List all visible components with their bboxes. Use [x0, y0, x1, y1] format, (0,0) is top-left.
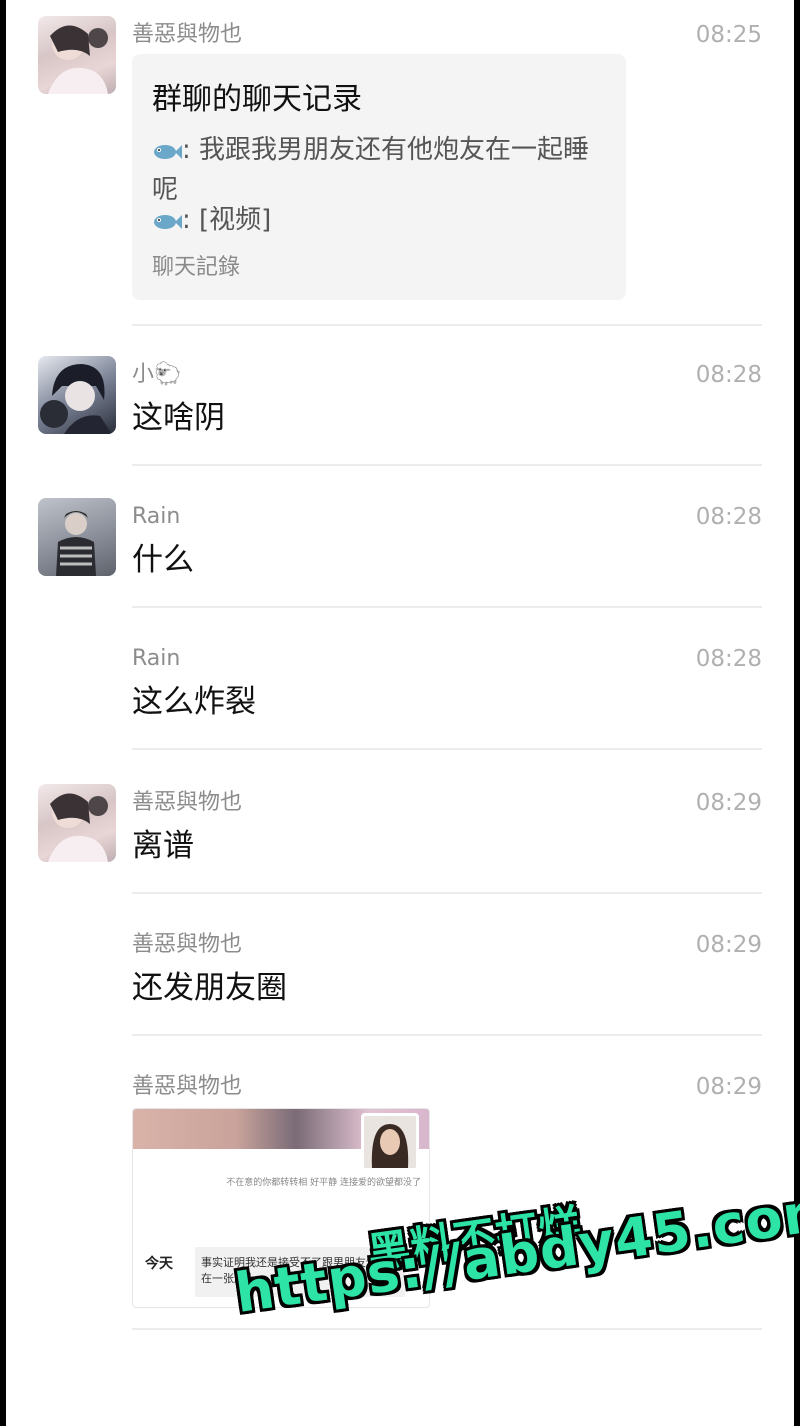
message-item[interactable]: 善惡與物也 08:29 离谱 [6, 750, 794, 894]
chat-record-title: 群聊的聊天记录 [152, 82, 362, 117]
moments-signature: 不在意的你都转转相 好平静 连接爱的欲望都没了 [226, 1178, 421, 1188]
message-item[interactable]: Rain 08:28 什么 [6, 466, 794, 608]
avatar-shanwu[interactable] [38, 784, 116, 862]
message-text: 离谱 [132, 828, 194, 864]
sender-name: Rain [132, 646, 181, 671]
fish-emoji-icon [152, 206, 182, 242]
sender-name: 善惡與物也 [132, 1074, 243, 1099]
avatar-shanwu[interactable] [38, 16, 116, 94]
avatar-rain[interactable] [38, 498, 116, 576]
message-item[interactable]: Rain 08:28 这么炸裂 [6, 608, 794, 750]
chat-record-footer: 聊天記錄 [152, 255, 241, 280]
sender-name: Rain [132, 504, 181, 529]
avatar-girl-image [48, 25, 108, 94]
sender-name: 善惡與物也 [132, 22, 243, 47]
sender-name: 小🐑 [132, 362, 182, 387]
sender-name: 善惡與物也 [132, 790, 243, 815]
chat-record-card[interactable]: 群聊的聊天记录 : 我跟我男朋友还有他炮友在一起睡呢 : [视频] 聊天記錄 [132, 54, 626, 300]
message-time: 08:29 [695, 1074, 762, 1100]
message-time: 08:29 [695, 932, 762, 958]
message-time: 08:25 [695, 22, 762, 48]
chat-record-line: : 我跟我男朋友还有他炮友在一起睡呢 [152, 132, 602, 208]
message-text: 什么 [132, 542, 194, 578]
message-time: 08:28 [695, 646, 762, 672]
chat-record-text: : [视频] [182, 205, 272, 235]
moments-date-label: 今天 [145, 1256, 173, 1272]
message-item[interactable]: 小🐑 08:28 这啥阴 [6, 326, 794, 466]
moments-cover-image [133, 1109, 429, 1149]
avatar-woman-image [371, 1124, 409, 1168]
chat-record-text: : 我跟我男朋友还有他炮友在一起睡呢 [152, 135, 590, 205]
avatar-girl-image [48, 793, 108, 862]
divider [132, 1328, 762, 1330]
avatar-xiaoyang[interactable] [38, 356, 116, 434]
sender-name: 善惡與物也 [132, 932, 243, 957]
message-time: 08:28 [695, 362, 762, 388]
moments-avatar [361, 1113, 419, 1171]
avatar-anime-boy-image [40, 364, 112, 434]
message-item[interactable]: 善惡與物也 08:25 群聊的聊天记录 : 我跟我男朋友还有他炮友在一起睡呢 :… [6, 0, 794, 326]
chat-record-line: : [视频] [152, 202, 602, 242]
fish-emoji-icon [152, 136, 182, 172]
message-text: 还发朋友圈 [132, 970, 287, 1006]
message-text: 这么炸裂 [132, 684, 256, 720]
message-time: 08:29 [695, 790, 762, 816]
avatar-boy-photo-image [38, 498, 116, 576]
message-text: 这啥阴 [132, 400, 225, 436]
divider [132, 1034, 762, 1036]
message-time: 08:28 [695, 504, 762, 530]
message-item[interactable]: 善惡與物也 08:29 还发朋友圈 [6, 892, 794, 1036]
